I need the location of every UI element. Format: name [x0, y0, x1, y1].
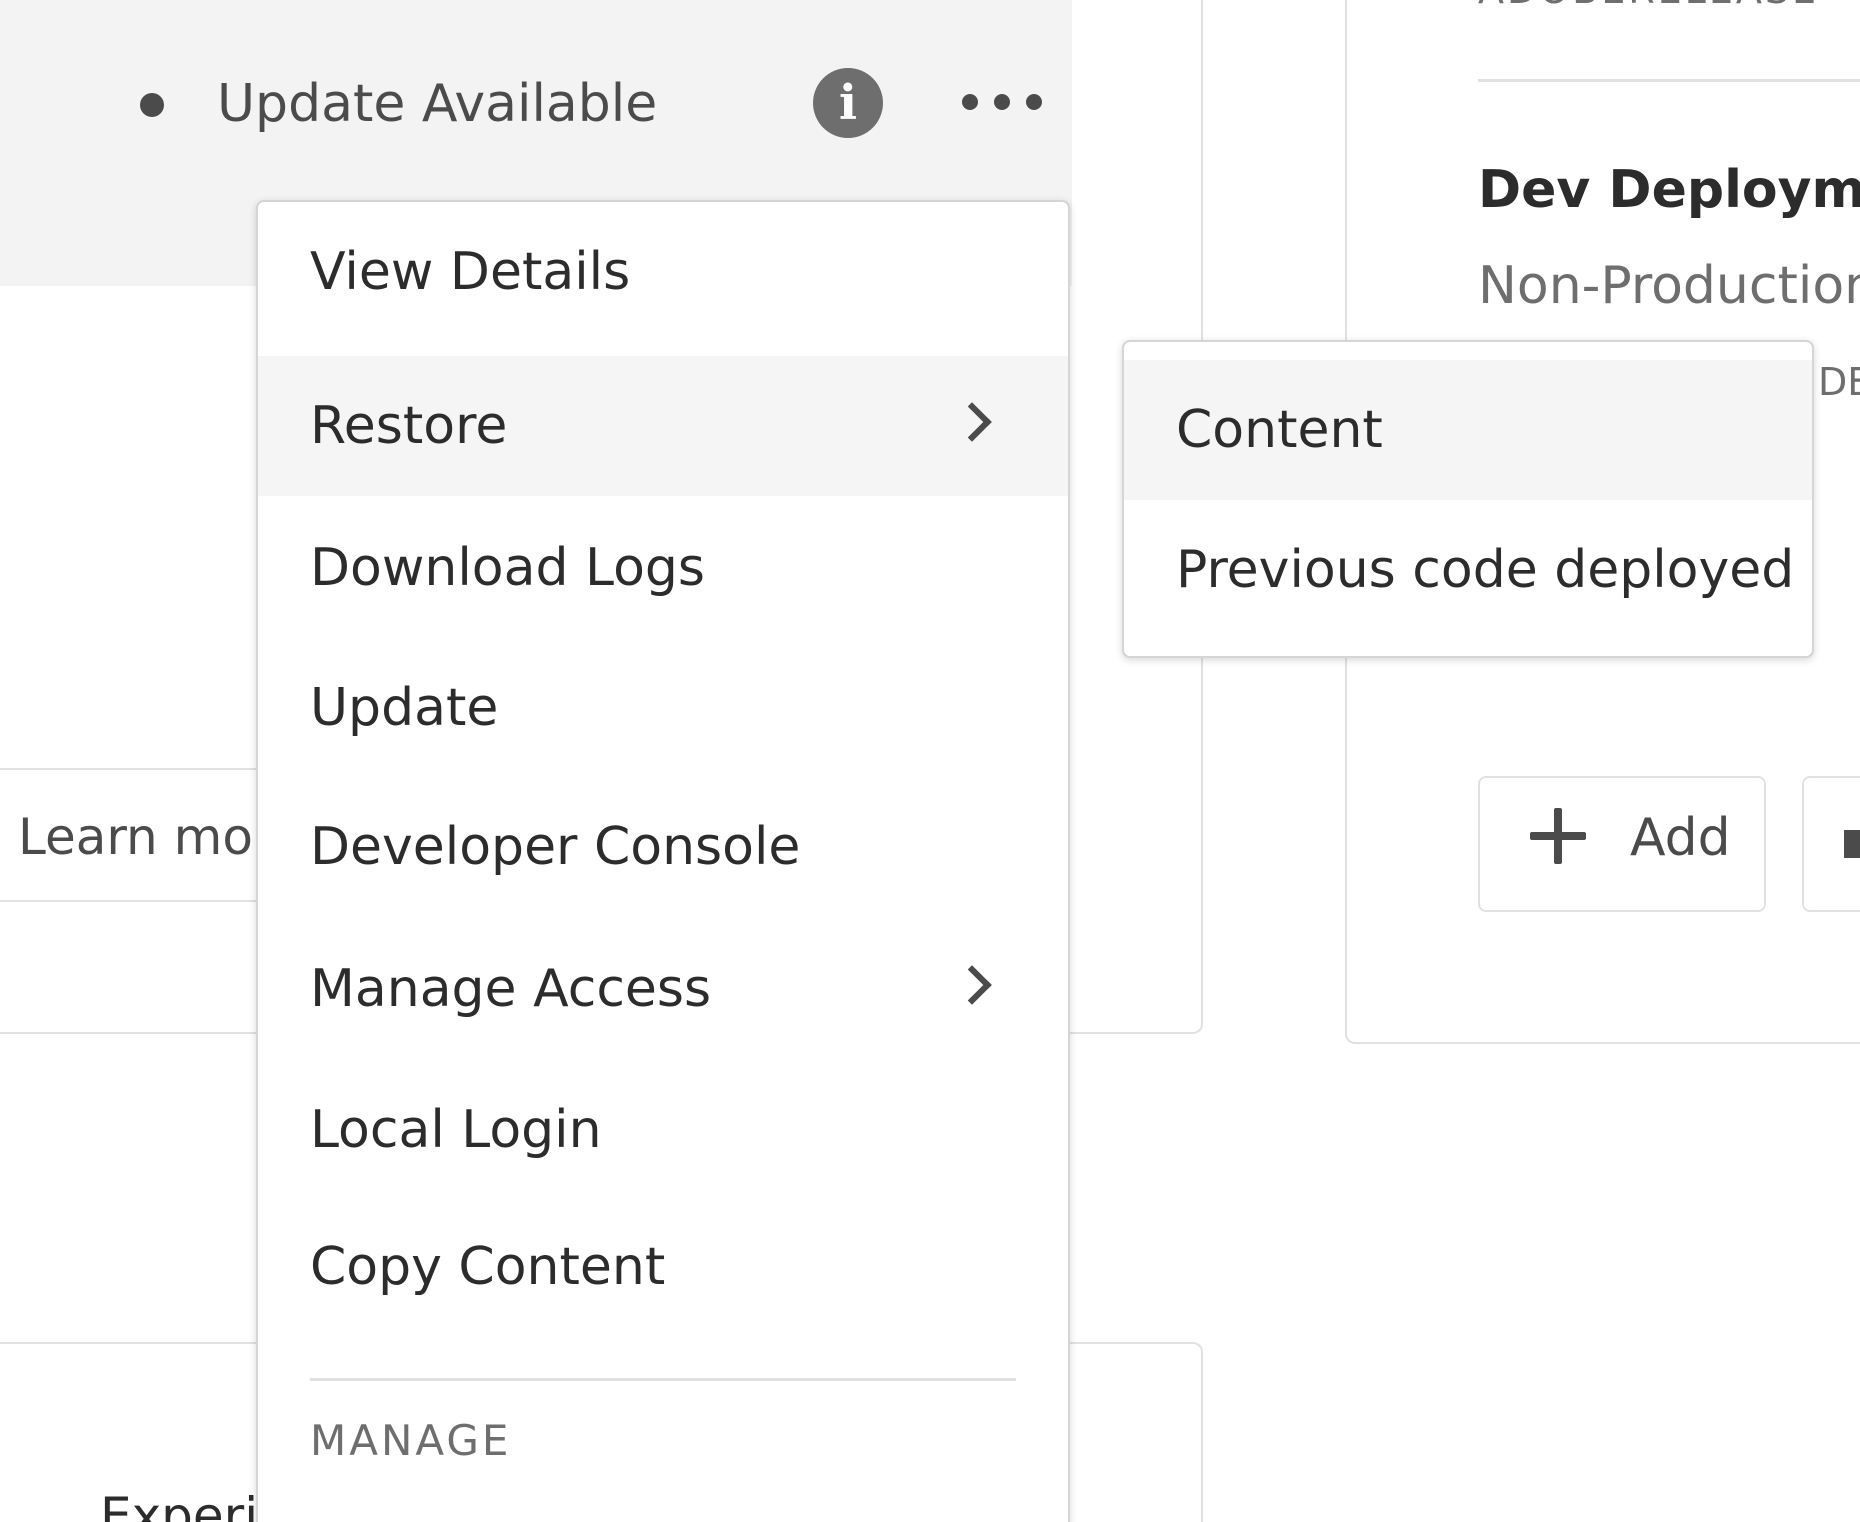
- environment-status: Update Available: [217, 74, 658, 134]
- menu-item-label: Restore: [310, 396, 508, 456]
- menu-item-restore[interactable]: Restore: [258, 356, 1068, 496]
- add-pipeline-button[interactable]: Add: [1478, 776, 1766, 912]
- chevron-right-icon: [952, 965, 992, 1005]
- info-icon[interactable]: i: [813, 68, 883, 138]
- menu-item-view-details[interactable]: View Details: [258, 202, 1068, 342]
- more-dot-icon: [1026, 94, 1042, 110]
- experience-card-title: Experi: [100, 1487, 259, 1522]
- learn-more-label: Learn mo: [18, 808, 253, 866]
- menu-item-update[interactable]: Update: [258, 638, 1068, 778]
- menu-item-local-login[interactable]: Local Login: [258, 1060, 1068, 1200]
- submenu-item-label: Previous code deployed: [1176, 540, 1795, 600]
- pipeline-divider: [1478, 79, 1860, 82]
- submenu-item-content[interactable]: Content: [1124, 360, 1812, 500]
- submenu-item-previous-code-deployed[interactable]: Previous code deployed: [1124, 500, 1812, 640]
- menu-item-label: View Details: [310, 242, 631, 302]
- pipeline-title: Dev Deployment: [1478, 160, 1860, 220]
- add-button-label: Add: [1630, 808, 1731, 868]
- menu-item-download-logs[interactable]: Download Logs: [258, 498, 1068, 638]
- restore-submenu: Content Previous code deployed: [1122, 340, 1814, 658]
- menu-section-manage: MANAGE: [310, 1416, 512, 1465]
- plus-icon: [1530, 808, 1586, 864]
- pipeline-secondary-button[interactable]: [1802, 776, 1860, 912]
- menu-item-copy-content[interactable]: Copy Content: [258, 1197, 1068, 1337]
- more-dot-icon: [962, 94, 978, 110]
- menu-item-label: Update: [310, 678, 499, 738]
- submenu-item-label: Content: [1176, 400, 1383, 460]
- environment-actions-menu: View Details Restore Download Logs Updat…: [256, 200, 1070, 1522]
- pipeline-release-label: ADOBERELEASE: [1478, 0, 1819, 14]
- menu-item-label: Copy Content: [310, 1237, 666, 1297]
- menu-item-label: Download Logs: [310, 538, 705, 598]
- more-dot-icon: [994, 94, 1010, 110]
- menu-item-label: Local Login: [310, 1100, 602, 1160]
- pipeline-tag: DE: [1818, 360, 1860, 404]
- menu-item-manage-access[interactable]: Manage Access: [258, 919, 1068, 1059]
- status-dot-icon: [140, 93, 164, 117]
- cloud-manager-page: Update Available i Learn mo Experi ADOBE…: [0, 0, 1860, 1522]
- button-icon: [1844, 830, 1860, 858]
- menu-item-label: Manage Access: [310, 959, 712, 1019]
- menu-item-developer-console[interactable]: Developer Console: [258, 777, 1068, 917]
- menu-divider: [310, 1378, 1016, 1381]
- chevron-right-icon: [952, 402, 992, 442]
- more-actions-button[interactable]: [962, 80, 1042, 124]
- menu-item-label: Developer Console: [310, 817, 801, 877]
- pipeline-subtitle: Non-Production: [1478, 256, 1860, 316]
